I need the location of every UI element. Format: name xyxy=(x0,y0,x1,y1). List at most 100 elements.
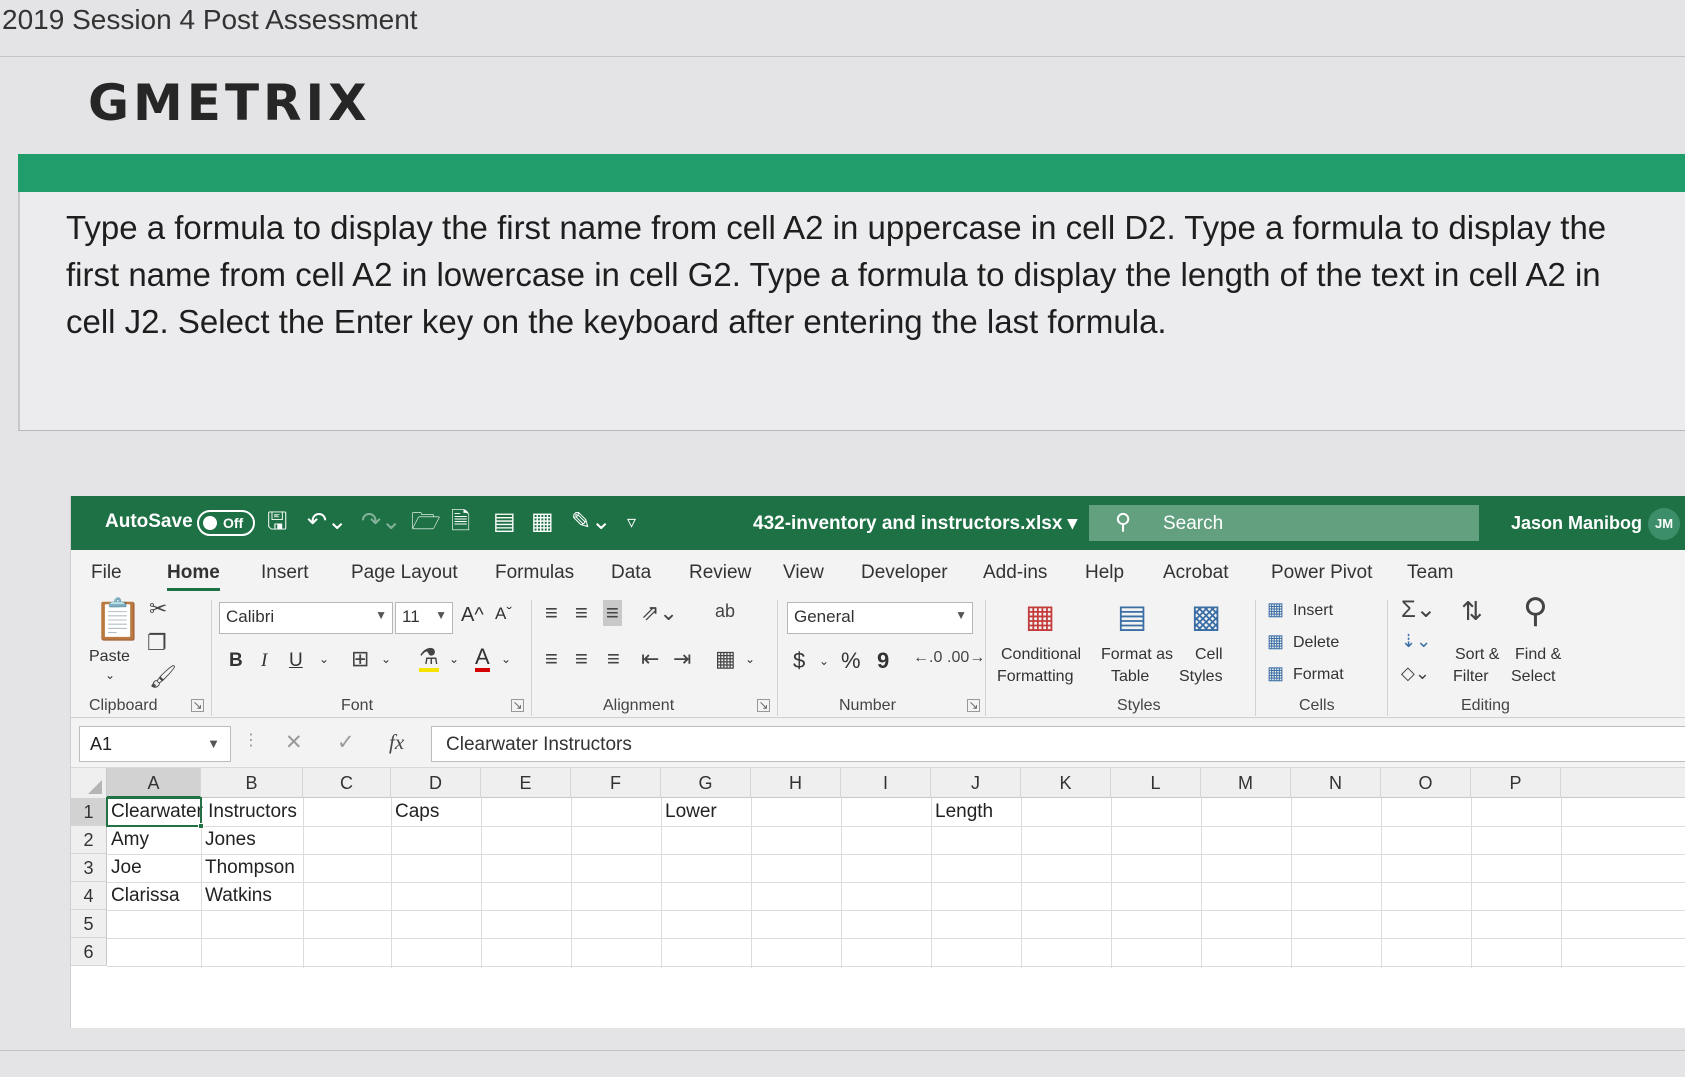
font-color-dropdown-icon[interactable]: ⌄ xyxy=(501,652,511,666)
wrap-text-icon[interactable]: ab xyxy=(715,602,735,620)
format-painter-icon[interactable]: 🖌 xyxy=(149,666,177,688)
sort-filter-icon[interactable]: ⇅ xyxy=(1461,598,1483,624)
cell-b2[interactable]: Jones xyxy=(201,826,256,854)
sort-filter-label-2[interactable]: Filter xyxy=(1453,668,1489,686)
cell-styles-label-2[interactable]: Styles xyxy=(1179,668,1223,686)
align-top-icon[interactable]: ≡ xyxy=(545,602,558,624)
align-left-icon[interactable]: ≡ xyxy=(545,648,558,670)
name-box[interactable]: A1 ▼ xyxy=(79,726,231,762)
row-header-6[interactable]: 6 xyxy=(71,938,107,966)
autosave-toggle[interactable]: Off xyxy=(197,510,255,536)
cell-a3[interactable]: Joe xyxy=(107,854,142,882)
tab-add-ins[interactable]: Add-ins xyxy=(983,562,1047,584)
merge-center-icon[interactable]: ▦ xyxy=(715,648,736,670)
clipboard-launcher-icon[interactable]: ↘ xyxy=(191,699,204,712)
row-header-3[interactable]: 3 xyxy=(71,854,107,882)
sort-filter-label-1[interactable]: Sort & xyxy=(1455,646,1499,664)
borders-dropdown-icon[interactable]: ⌄ xyxy=(381,652,391,666)
cancel-entry-icon[interactable]: ✕ xyxy=(285,730,303,755)
fill-icon[interactable]: ⇣⌄ xyxy=(1401,632,1431,650)
tab-page-layout[interactable]: Page Layout xyxy=(351,562,458,584)
cut-icon[interactable]: ✂ xyxy=(149,598,167,620)
select-all-button[interactable] xyxy=(71,768,107,798)
tab-power-pivot[interactable]: Power Pivot xyxy=(1271,562,1372,584)
insert-cells-icon[interactable]: ▦ xyxy=(1267,600,1284,618)
tab-view[interactable]: View xyxy=(783,562,824,584)
search-box[interactable]: ⚲ Search xyxy=(1089,505,1479,541)
cell-b3[interactable]: Thompson xyxy=(201,854,295,882)
align-center-icon[interactable]: ≡ xyxy=(575,648,588,670)
column-header-k[interactable]: K xyxy=(1021,768,1111,798)
column-header-c[interactable]: C xyxy=(303,768,391,798)
underline-dropdown-icon[interactable]: ⌄ xyxy=(319,652,329,666)
shrink-font-button[interactable]: Aˇ xyxy=(495,604,512,624)
column-header-p[interactable]: P xyxy=(1471,768,1561,798)
copy-icon[interactable]: ❐ xyxy=(147,632,167,654)
tab-file[interactable]: File xyxy=(91,562,122,584)
conditional-formatting-label-1[interactable]: Conditional xyxy=(1001,646,1081,664)
comma-style-button[interactable]: 9 xyxy=(877,648,889,674)
increase-indent-icon[interactable]: ⇥ xyxy=(673,648,691,670)
cell-j1[interactable]: Length xyxy=(931,798,993,826)
delete-cells-icon[interactable]: ▦ xyxy=(1267,632,1284,650)
alignment-launcher-icon[interactable]: ↘ xyxy=(757,699,770,712)
highlight-icon[interactable]: ✎⌄ xyxy=(571,508,611,536)
save-icon[interactable]: 🖫 xyxy=(267,508,287,536)
cell-a4[interactable]: Clarissa xyxy=(107,882,180,910)
fill-color-icon[interactable]: ⚗ xyxy=(419,646,439,672)
clear-icon[interactable]: ◇⌄ xyxy=(1401,664,1430,682)
format-cells-icon[interactable]: ▦ xyxy=(1267,664,1284,682)
column-header-a[interactable]: A xyxy=(107,768,201,798)
row-header-2[interactable]: 2 xyxy=(71,826,107,854)
format-cells-button[interactable]: Format xyxy=(1293,666,1344,684)
font-size-select[interactable]: 11 ▼ xyxy=(395,602,453,634)
tab-review[interactable]: Review xyxy=(689,562,751,584)
find-select-label-2[interactable]: Select xyxy=(1511,668,1555,686)
column-header-g[interactable]: G xyxy=(661,768,751,798)
insert-function-icon[interactable]: fx xyxy=(389,730,404,755)
tab-developer[interactable]: Developer xyxy=(861,562,948,584)
column-header-o[interactable]: O xyxy=(1381,768,1471,798)
align-middle-icon[interactable]: ≡ xyxy=(575,602,588,624)
format-as-table-icon[interactable]: ▤ xyxy=(1117,600,1147,632)
font-name-select[interactable]: Calibri ▼ xyxy=(219,602,393,634)
cell-g1[interactable]: Lower xyxy=(661,798,717,826)
formula-input[interactable]: Clearwater Instructors xyxy=(431,726,1685,762)
fill-color-dropdown-icon[interactable]: ⌄ xyxy=(449,652,459,666)
font-color-button[interactable]: A xyxy=(475,646,490,672)
orientation-icon[interactable]: ⇗⌄ xyxy=(641,602,678,624)
decrease-indent-icon[interactable]: ⇤ xyxy=(641,648,659,670)
autosum-icon[interactable]: Σ⌄ xyxy=(1401,598,1436,622)
decrease-decimal-icon[interactable]: .00→ xyxy=(947,650,985,666)
row-header-4[interactable]: 4 xyxy=(71,882,107,910)
column-header-j[interactable]: J xyxy=(931,768,1021,798)
column-header-e[interactable]: E xyxy=(481,768,571,798)
paste-dropdown-icon[interactable]: ⌄ xyxy=(105,668,115,682)
column-header-i[interactable]: I xyxy=(841,768,931,798)
tab-acrobat[interactable]: Acrobat xyxy=(1163,562,1228,584)
redo-icon[interactable]: ↷⌄ xyxy=(361,508,401,536)
find-select-icon[interactable]: ⚲ xyxy=(1523,594,1548,628)
column-header-b[interactable]: B xyxy=(201,768,303,798)
number-format-select[interactable]: General ▼ xyxy=(787,602,973,634)
chart-icon[interactable]: ▦ xyxy=(531,508,554,536)
confirm-entry-icon[interactable]: ✓ xyxy=(337,730,355,755)
format-as-table-label-1[interactable]: Format as xyxy=(1101,646,1173,664)
cell-b4[interactable]: Watkins xyxy=(201,882,272,910)
cell-d1[interactable]: Caps xyxy=(391,798,439,826)
conditional-formatting-label-2[interactable]: Formatting xyxy=(997,668,1073,686)
paste-icon[interactable]: 📋 xyxy=(93,600,143,640)
column-header-f[interactable]: F xyxy=(571,768,661,798)
column-header-l[interactable]: L xyxy=(1111,768,1201,798)
tab-formulas[interactable]: Formulas xyxy=(495,562,574,584)
row-header-1[interactable]: 1 xyxy=(71,798,107,826)
italic-button[interactable]: I xyxy=(261,650,267,672)
cell-a2[interactable]: Amy xyxy=(107,826,149,854)
underline-button[interactable]: U xyxy=(289,650,303,672)
paste-button[interactable]: Paste xyxy=(89,648,130,666)
tab-team[interactable]: Team xyxy=(1407,562,1453,584)
tab-insert[interactable]: Insert xyxy=(261,562,309,584)
currency-button[interactable]: $ xyxy=(793,648,805,674)
number-launcher-icon[interactable]: ↘ xyxy=(967,699,980,712)
increase-decimal-icon[interactable]: ←.0 xyxy=(913,650,942,666)
